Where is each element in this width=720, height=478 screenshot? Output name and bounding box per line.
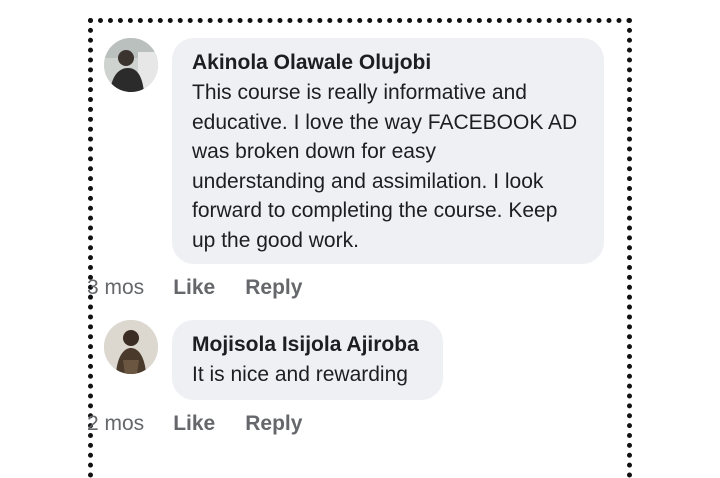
comment-timestamp[interactable]: 2 mos	[87, 412, 144, 436]
comment-actions: 3 mos Like Reply	[87, 276, 302, 300]
like-button[interactable]: Like	[173, 276, 215, 300]
reply-button[interactable]: Reply	[245, 412, 302, 436]
comment-author[interactable]: Akinola Olawale Olujobi	[192, 50, 584, 76]
comment-bubble: Akinola Olawale Olujobi This course is r…	[172, 38, 604, 264]
reply-button[interactable]: Reply	[245, 276, 302, 300]
comment-bubble: Mojisola Isijola Ajiroba It is nice and …	[172, 320, 443, 400]
avatar-image	[104, 320, 158, 374]
avatar-image	[104, 38, 158, 92]
comment-text: It is nice and rewarding	[192, 363, 408, 386]
comment-text: This course is really informative and ed…	[192, 81, 578, 252]
comment-author[interactable]: Mojisola Isijola Ajiroba	[192, 332, 423, 358]
comment-actions: 2 mos Like Reply	[87, 412, 302, 436]
like-button[interactable]: Like	[173, 412, 215, 436]
avatar[interactable]	[104, 38, 158, 92]
avatar[interactable]	[104, 320, 158, 374]
comment-timestamp[interactable]: 3 mos	[87, 276, 144, 300]
